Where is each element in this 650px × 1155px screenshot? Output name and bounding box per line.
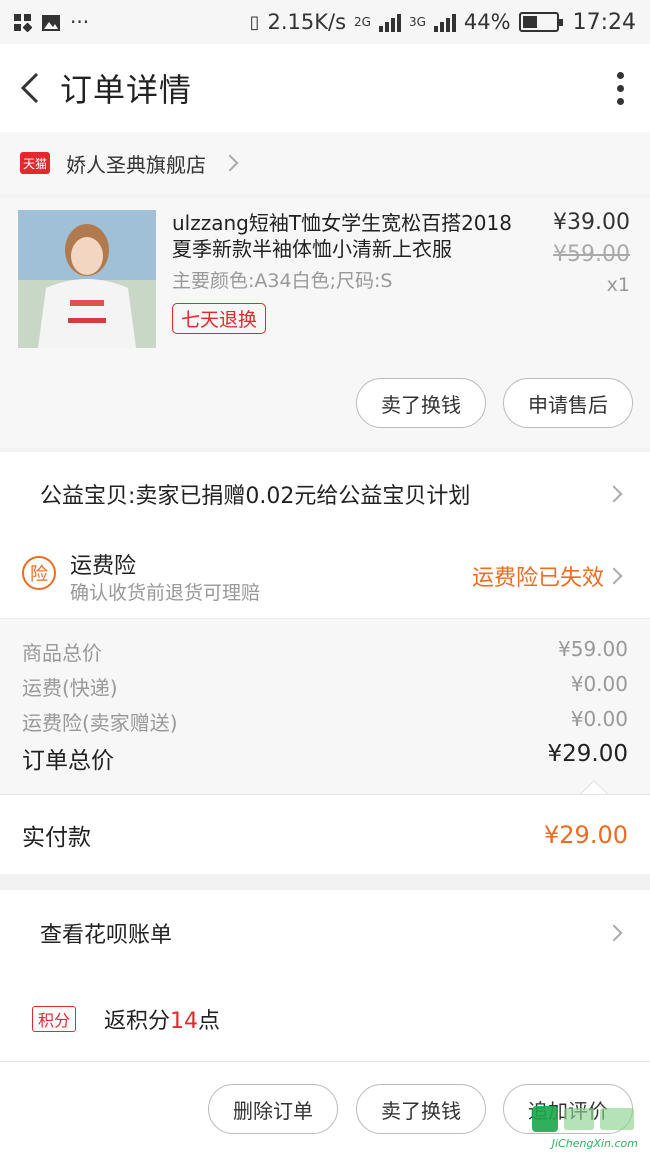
points-prefix: 返积分 (104, 1008, 171, 1034)
chevron-right-icon (605, 924, 623, 942)
product-thumbnail[interactable] (18, 210, 156, 348)
watermark-text: JiChengXin.com (551, 1137, 638, 1150)
breakdown-label: 商品总价 (22, 641, 102, 665)
shipping-insurance-row[interactable]: 险 运费险 确认收货前退货可理赔 运费险已失效 (0, 536, 650, 618)
shop-name: 娇人圣典旗舰店 (66, 152, 206, 177)
paid-amount-row: 实付款 ¥29.00 (0, 794, 650, 874)
insurance-title: 运费险 (70, 554, 137, 579)
product-spec: 主要颜色:A34白色;尺码:S (172, 270, 393, 292)
points-badge: 积分 (32, 1005, 77, 1032)
chevron-right-icon (605, 485, 623, 503)
huabei-bill-row[interactable]: 查看花呗账单 (0, 890, 650, 976)
price-breakdown: 商品总价 ¥59.00 运费(快递) ¥0.00 运费险(卖家赠送) ¥0.00… (0, 618, 650, 794)
product-price: ¥39.00 (553, 210, 630, 235)
battery-percent: 44% (463, 10, 511, 34)
breakdown-label: 运费险(卖家赠送) (22, 711, 178, 735)
return-policy-badge: 七天退换 (172, 303, 267, 334)
points-number: 14 (170, 1008, 199, 1034)
image-icon (42, 13, 60, 31)
page-title: 订单详情 (60, 71, 193, 109)
breakdown-value: ¥0.00 (570, 707, 628, 731)
chevron-right-icon (221, 154, 239, 172)
app-header: 订单详情 (0, 44, 650, 132)
product-quantity: x1 (606, 274, 630, 296)
chevron-right-icon (605, 567, 623, 585)
product-original-price: ¥59.00 (553, 242, 630, 267)
product-card: ulzzang短袖T恤女学生宽松百搭2018夏季新款半袖体恤小清新上衣服 主要颜… (0, 198, 650, 448)
delete-order-button[interactable]: 删除订单 (208, 1084, 338, 1134)
network-type-2: 3G (408, 15, 426, 29)
watermark-logo: JiChengXin.com (526, 1102, 646, 1152)
points-text: 返积分14点 (104, 1003, 220, 1035)
after-sale-button[interactable]: 申请售后 (503, 378, 633, 428)
status-bar: ··· ▯ 2.15K/s 2G 3G 44% 17:24 (0, 0, 650, 44)
product-title[interactable]: ulzzang短袖T恤女学生宽松百搭2018夏季新款半袖体恤小清新上衣服 (172, 210, 527, 262)
tmall-logo-icon: 天猫 (20, 152, 50, 174)
shop-row[interactable]: 天猫 娇人圣典旗舰店 (0, 132, 650, 194)
breakdown-label: 运费(快递) (22, 676, 118, 700)
breakdown-row: 运费险(卖家赠送) ¥0.00 (22, 707, 628, 736)
vibrate-icon: ▯ (249, 11, 260, 33)
insurance-subtitle: 确认收货前退货可理赔 (70, 582, 261, 604)
sell-for-cash-button[interactable]: 卖了换钱 (356, 378, 486, 428)
points-row: 积分 返积分14点 (0, 976, 650, 1062)
apps-icon (14, 13, 33, 33)
network-type-1: 2G (354, 15, 371, 29)
paid-value: ¥29.00 (544, 820, 628, 849)
order-total-value: ¥29.00 (547, 741, 628, 767)
order-total-label: 订单总价 (22, 748, 114, 774)
network-speed: 2.15K/s (267, 10, 347, 34)
points-suffix: 点 (198, 1008, 221, 1034)
back-arrow-icon[interactable] (0, 44, 60, 132)
signal-icon-2 (433, 12, 456, 32)
breakdown-value: ¥59.00 (558, 637, 628, 661)
clock: 17:24 (572, 9, 636, 35)
breakdown-value: ¥0.00 (570, 672, 628, 696)
insurance-icon: 险 (22, 556, 56, 590)
order-total-row: 订单总价 ¥29.00 (22, 741, 628, 775)
more-notifications-icon: ··· (70, 10, 90, 34)
battery-icon (518, 12, 563, 32)
breakdown-row: 运费(快递) ¥0.00 (22, 672, 628, 701)
charity-row[interactable]: 公益宝贝:卖家已捐赠0.02元给公益宝贝计划 (0, 452, 650, 536)
breakdown-row: 商品总价 ¥59.00 (22, 637, 628, 666)
paid-label: 实付款 (22, 824, 91, 851)
insurance-status: 运费险已失效 (471, 566, 604, 591)
more-menu-icon[interactable] (590, 44, 650, 132)
huabei-text: 查看花呗账单 (40, 923, 173, 948)
signal-icon-1 (378, 12, 401, 32)
charity-text: 公益宝贝:卖家已捐赠0.02元给公益宝贝计划 (40, 484, 471, 509)
sell-for-cash-button[interactable]: 卖了换钱 (356, 1084, 486, 1134)
